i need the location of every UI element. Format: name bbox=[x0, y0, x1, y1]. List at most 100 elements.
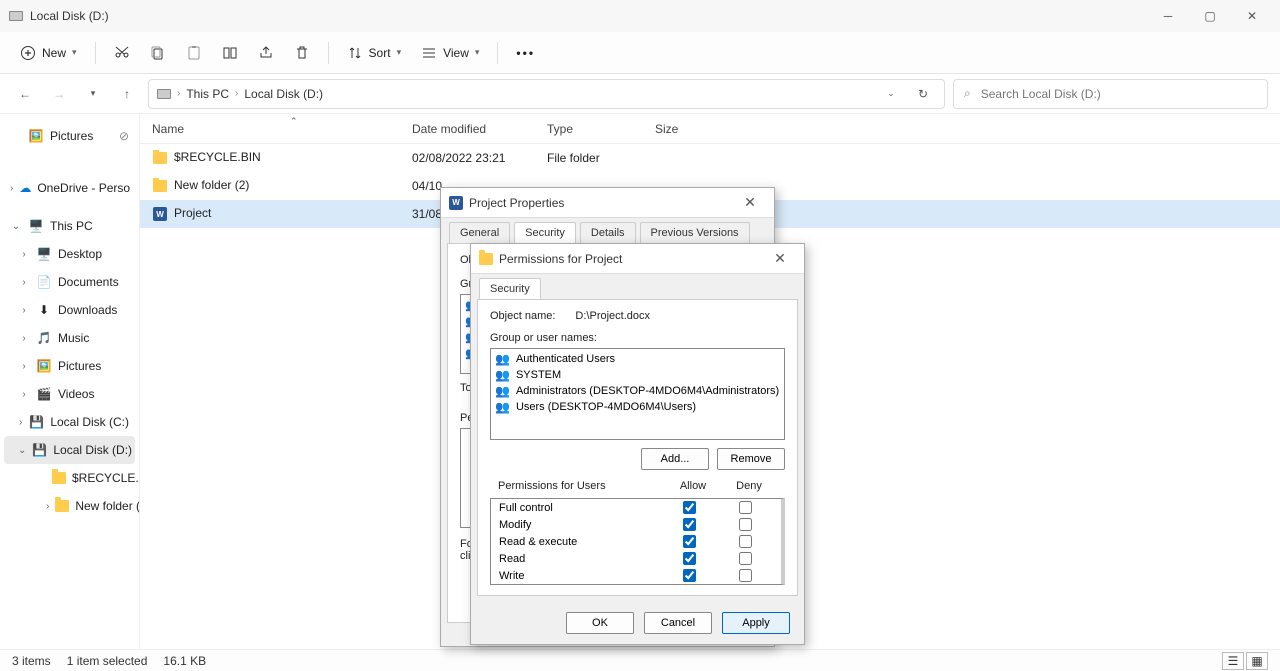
folder-icon bbox=[52, 470, 66, 486]
col-date[interactable]: Date modified bbox=[400, 122, 535, 136]
sidebar-item[interactable]: ›🎵 Music bbox=[4, 324, 135, 352]
item-icon: 📄 bbox=[36, 274, 52, 290]
group-item[interactable]: 👥Authenticated Users bbox=[493, 351, 782, 367]
group-item[interactable]: 👥SYSTEM bbox=[493, 367, 782, 383]
large-view-button[interactable]: ▦ bbox=[1246, 652, 1268, 670]
close-button[interactable]: ✕ bbox=[1232, 2, 1272, 30]
sidebar-item-pictures[interactable]: 🖼️ Pictures ⊘ bbox=[4, 122, 135, 150]
sidebar-item[interactable]: ›💾 Local Disk (C:) bbox=[4, 408, 135, 436]
details-view-button[interactable]: ☰ bbox=[1222, 652, 1244, 670]
breadcrumb[interactable]: Local Disk (D:) bbox=[244, 87, 323, 101]
sidebar-item[interactable]: ›📄 Documents bbox=[4, 268, 135, 296]
close-icon[interactable]: ✕ bbox=[764, 250, 796, 267]
permission-name: Full control bbox=[499, 502, 661, 514]
dialog-title: Permissions for Project bbox=[499, 252, 622, 266]
permission-name: Modify bbox=[499, 519, 661, 531]
sidebar-item[interactable]: ›🖼️ Pictures bbox=[4, 352, 135, 380]
allow-checkbox[interactable] bbox=[683, 569, 696, 582]
search-input[interactable] bbox=[979, 86, 1257, 102]
dialog-title: Project Properties bbox=[469, 196, 564, 210]
allow-checkbox[interactable] bbox=[683, 552, 696, 565]
copy-button[interactable] bbox=[142, 37, 174, 69]
item-icon: 🎬 bbox=[36, 386, 52, 402]
recent-button[interactable]: ▾ bbox=[80, 81, 106, 107]
minimize-button[interactable]: ─ bbox=[1148, 2, 1188, 30]
breadcrumb[interactable]: This PC bbox=[186, 87, 229, 101]
paste-button[interactable] bbox=[178, 37, 210, 69]
sidebar-subitem[interactable]: › New folder (2 bbox=[18, 492, 135, 520]
tab-security[interactable]: Security bbox=[479, 278, 541, 299]
delete-button[interactable] bbox=[286, 37, 318, 69]
view-icon bbox=[421, 45, 437, 61]
remove-button[interactable]: Remove bbox=[717, 448, 785, 470]
sidebar-item-onedrive[interactable]: ›☁ OneDrive - Perso bbox=[4, 174, 135, 202]
group-item[interactable]: 👥Administrators (DESKTOP-4MDO6M4\Adminis… bbox=[493, 383, 782, 399]
apply-button[interactable]: Apply bbox=[722, 612, 790, 634]
allow-checkbox[interactable] bbox=[683, 535, 696, 548]
cancel-button[interactable]: Cancel bbox=[644, 612, 712, 634]
deny-checkbox[interactable] bbox=[739, 552, 752, 565]
users-icon: 👥 bbox=[495, 400, 510, 414]
sort-icon bbox=[347, 45, 363, 61]
tab-security[interactable]: Security bbox=[514, 222, 576, 243]
status-selected: 1 item selected bbox=[67, 654, 148, 668]
users-icon: 👥 bbox=[495, 352, 510, 366]
deny-checkbox[interactable] bbox=[739, 518, 752, 531]
permission-row: Read bbox=[491, 550, 781, 567]
view-button[interactable]: View ▾ bbox=[413, 37, 487, 69]
address-dropdown[interactable]: ⌄ bbox=[878, 81, 904, 107]
sidebar-item[interactable]: ⌄💾 Local Disk (D:) bbox=[4, 436, 135, 464]
column-headers: Name⌃ Date modified Type Size bbox=[140, 114, 1280, 144]
tab-general[interactable]: General bbox=[449, 222, 510, 243]
back-button[interactable]: ← bbox=[12, 81, 38, 107]
sort-button[interactable]: Sort ▾ bbox=[339, 37, 410, 69]
sidebar-item[interactable]: ›🖥️ Desktop bbox=[4, 240, 135, 268]
col-type[interactable]: Type bbox=[535, 122, 643, 136]
share-button[interactable] bbox=[250, 37, 282, 69]
search-box[interactable]: ⌕ bbox=[953, 79, 1268, 109]
pc-icon: 🖥️ bbox=[28, 218, 44, 234]
tab-details[interactable]: Details bbox=[580, 222, 636, 243]
permission-row: Write bbox=[491, 567, 781, 584]
col-name[interactable]: Name⌃ bbox=[140, 122, 400, 136]
sidebar-subitem[interactable]: $RECYCLE.BIN bbox=[18, 464, 135, 492]
chevron-icon: › bbox=[177, 88, 180, 99]
groups-listbox[interactable]: 👥Authenticated Users👥SYSTEM👥Administrato… bbox=[490, 348, 785, 440]
rename-button[interactable] bbox=[214, 37, 246, 69]
up-button[interactable]: ↑ bbox=[114, 81, 140, 107]
sidebar-item[interactable]: ›⬇ Downloads bbox=[4, 296, 135, 324]
dialog-titlebar[interactable]: Permissions for Project ✕ bbox=[471, 244, 804, 274]
deny-checkbox[interactable] bbox=[739, 535, 752, 548]
cut-button[interactable] bbox=[106, 37, 138, 69]
users-icon: 👥 bbox=[495, 368, 510, 382]
word-icon: W bbox=[152, 206, 168, 222]
address-bar[interactable]: › This PC › Local Disk (D:) ⌄ ↻ bbox=[148, 79, 945, 109]
deny-checkbox[interactable] bbox=[739, 501, 752, 514]
sidebar-item[interactable]: ›🎬 Videos bbox=[4, 380, 135, 408]
sidebar-item-label: Videos bbox=[58, 387, 94, 401]
col-size[interactable]: Size bbox=[643, 122, 723, 136]
sidebar: 🖼️ Pictures ⊘ ›☁ OneDrive - Perso ⌄🖥️ Th… bbox=[0, 114, 140, 649]
tab-previous-versions[interactable]: Previous Versions bbox=[640, 222, 750, 243]
new-button[interactable]: New ▾ bbox=[12, 37, 85, 69]
maximize-button[interactable]: ▢ bbox=[1190, 2, 1230, 30]
permission-name: Write bbox=[499, 570, 661, 582]
sidebar-item-label: New folder (2 bbox=[75, 499, 140, 513]
refresh-button[interactable]: ↻ bbox=[910, 81, 936, 107]
dialog-titlebar[interactable]: W Project Properties ✕ bbox=[441, 188, 774, 218]
ok-button[interactable]: OK bbox=[566, 612, 634, 634]
group-item[interactable]: 👥Users (DESKTOP-4MDO6M4\Users) bbox=[493, 399, 782, 415]
sidebar-item-thispc[interactable]: ⌄🖥️ This PC bbox=[4, 212, 135, 240]
close-icon[interactable]: ✕ bbox=[734, 194, 766, 211]
allow-checkbox[interactable] bbox=[683, 518, 696, 531]
item-icon: 🖼️ bbox=[36, 358, 52, 374]
forward-button[interactable]: → bbox=[46, 81, 72, 107]
item-icon: ⬇ bbox=[36, 302, 52, 318]
file-row[interactable]: $RECYCLE.BIN 02/08/2022 23:21 File folde… bbox=[140, 144, 1280, 172]
object-name-value: D:\Project.docx bbox=[575, 310, 650, 322]
allow-checkbox[interactable] bbox=[683, 501, 696, 514]
more-button[interactable]: ••• bbox=[508, 37, 543, 69]
deny-checkbox[interactable] bbox=[739, 569, 752, 582]
pictures-icon: 🖼️ bbox=[28, 128, 44, 144]
add-button[interactable]: Add... bbox=[641, 448, 709, 470]
